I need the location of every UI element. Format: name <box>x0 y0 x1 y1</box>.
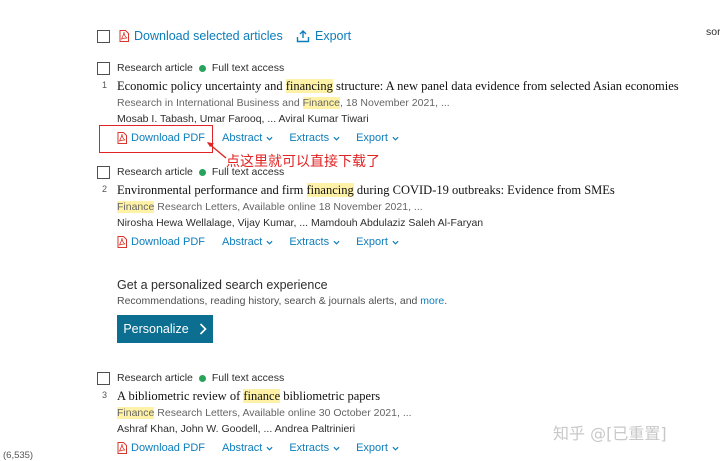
export-icon <box>296 29 310 42</box>
article-1-meta: Research article Full text access <box>117 62 284 74</box>
export-toggle[interactable]: Export <box>356 236 399 248</box>
chevron-down-icon <box>266 240 273 245</box>
article-index: 2 <box>102 184 108 194</box>
sort-by-label[interactable]: sor <box>706 26 720 38</box>
download-selected-button[interactable]: Download selected articles <box>119 29 283 43</box>
abstract-toggle[interactable]: Abstract <box>222 236 273 248</box>
abstract-toggle[interactable]: Abstract <box>222 132 273 144</box>
extracts-toggle[interactable]: Extracts <box>289 236 340 248</box>
download-pdf-button[interactable]: Download PDF <box>117 236 205 248</box>
access-dot-icon <box>198 374 206 382</box>
access-label: Full text access <box>211 166 285 178</box>
article-1-authors: Mosab I. Tabash, Umar Farooq, ... Aviral… <box>117 113 369 125</box>
article-3-meta: Research article Full text access <box>117 372 284 384</box>
article-2-authors: Nirosha Hewa Wellalage, Vijay Kumar, ...… <box>117 217 484 229</box>
article-2-actions: Download PDF Abstract Extracts Export <box>117 236 399 248</box>
access-label: Full text access <box>211 372 285 384</box>
article-1-title[interactable]: Economic policy uncertainty and financin… <box>117 79 679 94</box>
personalize-button[interactable]: Personalize <box>117 315 213 343</box>
article-2-source[interactable]: Finance Research Letters, Available onli… <box>117 201 423 213</box>
chevron-down-icon <box>392 446 399 451</box>
access-dot-icon <box>198 168 206 176</box>
article-2-title[interactable]: Environmental performance and firm finan… <box>117 183 615 198</box>
promo-more-link[interactable]: more <box>420 295 444 307</box>
abstract-toggle[interactable]: Abstract <box>222 442 273 454</box>
chevron-down-icon <box>333 136 340 141</box>
promo-subtitle: Recommendations, reading history, search… <box>117 295 448 307</box>
chevron-down-icon <box>333 446 340 451</box>
chevron-right-icon <box>199 323 207 335</box>
access-dot-icon <box>198 64 206 72</box>
footer-status: (6,535) <box>3 450 34 461</box>
chevron-down-icon <box>333 240 340 245</box>
export-label: Export <box>315 29 352 43</box>
export-toggle[interactable]: Export <box>356 442 399 454</box>
article-3-checkbox[interactable] <box>97 372 110 385</box>
article-type: Research article <box>117 166 193 178</box>
article-3-authors: Ashraf Khan, John W. Goodell, ... Andrea… <box>117 423 356 435</box>
article-2-meta: Research article Full text access <box>117 166 284 178</box>
chevron-down-icon <box>392 136 399 141</box>
article-3-actions: Download PDF Abstract Extracts Export <box>117 442 399 454</box>
chevron-down-icon <box>266 136 273 141</box>
article-index: 3 <box>102 390 108 400</box>
article-3-source[interactable]: Finance Research Letters, Available onli… <box>117 407 412 419</box>
chevron-down-icon <box>266 446 273 451</box>
export-toggle[interactable]: Export <box>356 132 399 144</box>
pdf-icon <box>119 30 129 42</box>
pdf-icon <box>117 442 127 454</box>
article-3-title[interactable]: A bibliometric review of finance bibliom… <box>117 389 380 404</box>
select-all-checkbox[interactable] <box>97 30 110 43</box>
extracts-toggle[interactable]: Extracts <box>289 132 340 144</box>
access-label: Full text access <box>211 62 285 74</box>
download-selected-label: Download selected articles <box>134 29 283 43</box>
promo-title: Get a personalized search experience <box>117 278 328 292</box>
export-button[interactable]: Export <box>296 29 351 43</box>
watermark: 知乎 @[已重置] <box>553 424 667 443</box>
article-type: Research article <box>117 372 193 384</box>
annotation-arrow-icon <box>207 142 227 159</box>
extracts-toggle[interactable]: Extracts <box>289 442 340 454</box>
article-1-source[interactable]: Research in International Business and F… <box>117 97 450 109</box>
article-2-checkbox[interactable] <box>97 166 110 179</box>
article-index: 1 <box>102 80 108 90</box>
annotation-highlight-box <box>99 125 213 153</box>
article-type: Research article <box>117 62 193 74</box>
pdf-icon <box>117 236 127 248</box>
chevron-down-icon <box>392 240 399 245</box>
download-pdf-button[interactable]: Download PDF <box>117 442 205 454</box>
article-1-checkbox[interactable] <box>97 62 110 75</box>
